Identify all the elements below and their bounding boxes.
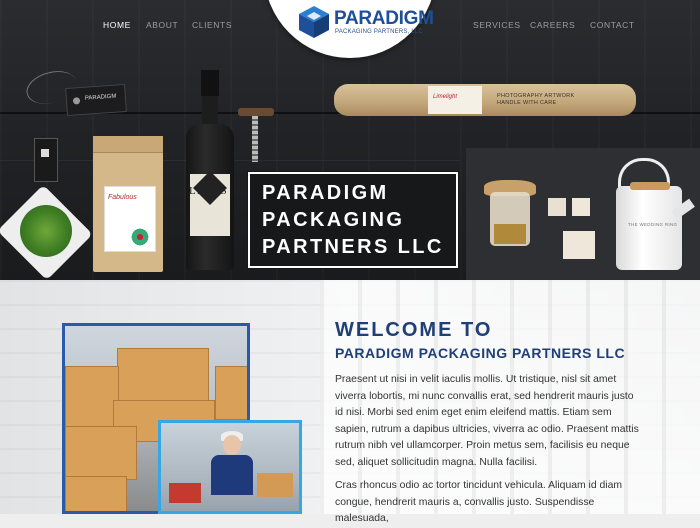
tube-label-text: Limelight xyxy=(433,94,458,100)
kettle xyxy=(616,186,682,270)
kettle-lid xyxy=(630,182,670,190)
coffee-bag-label-text: Fabulous xyxy=(108,194,137,201)
factory-worker-photo xyxy=(158,420,302,514)
teabag xyxy=(572,198,590,216)
worker-head xyxy=(223,435,241,455)
tea-box xyxy=(563,231,595,259)
hero-title-line: PARADIGM xyxy=(262,182,389,204)
cardboard-box xyxy=(257,473,293,497)
worker-body xyxy=(211,455,253,495)
teabag xyxy=(548,198,566,216)
cardboard-box xyxy=(215,366,247,420)
nav-services[interactable]: SERVICES xyxy=(473,20,521,30)
card-holder xyxy=(34,138,58,182)
nav-clients[interactable]: CLIENTS xyxy=(192,20,232,30)
logo-title: PARADIGM xyxy=(334,8,434,29)
nav-careers[interactable]: CAREERS xyxy=(530,20,575,30)
kettle-label-text: THE WEDDING RING xyxy=(628,222,678,227)
corkscrew-screw xyxy=(252,116,258,162)
tag-hole xyxy=(72,97,81,105)
hero-title-line: PACKAGING xyxy=(262,209,405,231)
tag-text: PARADIGM xyxy=(84,93,117,102)
cube-logo-icon xyxy=(299,6,329,38)
corkscrew-handle xyxy=(238,108,274,116)
nav-about[interactable]: ABOUT xyxy=(146,20,178,30)
hero-title-box: PARADIGM PACKAGING PARTNERS LLC xyxy=(248,172,458,268)
nav-home[interactable]: HOME xyxy=(103,20,131,30)
jar-contents xyxy=(494,224,526,244)
cardboard-box xyxy=(65,366,119,428)
nav-contact[interactable]: CONTACT xyxy=(590,20,635,30)
wine-bottle xyxy=(186,70,234,270)
tube-label xyxy=(428,86,482,114)
welcome-paragraph: Praesent ut nisi in velit iaculis mollis… xyxy=(335,374,639,468)
flower-icon xyxy=(128,228,152,246)
cardboard-box xyxy=(117,348,209,402)
bottle-label-text: LEWIS xyxy=(189,185,228,197)
logo-subtitle: PACKAGING PARTNERS, LLC xyxy=(335,29,423,35)
welcome-heading: WELCOME TO xyxy=(335,319,493,341)
hang-tag: PARADIGM xyxy=(65,83,127,117)
welcome-subheading: PARADIGM PACKAGING PARTNERS LLC xyxy=(335,345,626,361)
red-bin xyxy=(169,483,201,503)
coffee-bag-fold xyxy=(93,136,163,153)
cardboard-box xyxy=(65,476,127,511)
tube-text: PHOTOGRAPHY ARTWORK HANDLE WITH CARE xyxy=(497,93,575,106)
hero-title-line: PARTNERS LLC xyxy=(262,236,444,258)
plant-image xyxy=(20,205,72,257)
cardboard-box xyxy=(65,426,137,480)
shipping-tube xyxy=(334,84,636,116)
welcome-paragraph: Cras rhoncus odio ac tortor tincidunt ve… xyxy=(335,480,623,525)
